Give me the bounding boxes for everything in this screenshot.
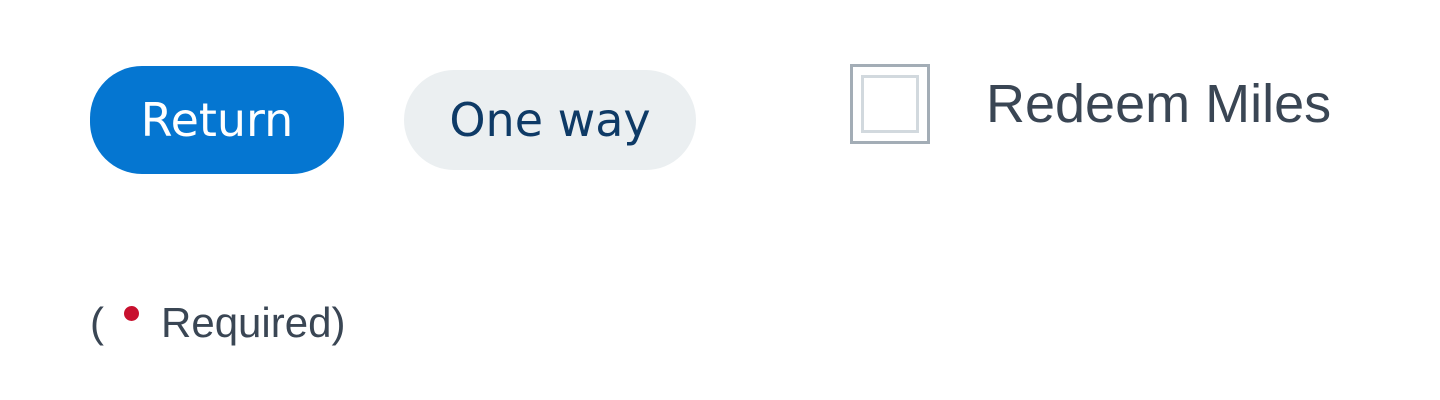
trip-type-toggle: Return One way	[90, 66, 696, 174]
redeem-miles-option[interactable]: Redeem Miles	[850, 64, 1331, 144]
checkbox-inner-border	[861, 75, 919, 133]
one-way-button[interactable]: One way	[404, 70, 696, 170]
return-button[interactable]: Return	[90, 66, 344, 174]
required-text: Required)	[161, 299, 346, 346]
redeem-miles-checkbox[interactable]	[850, 64, 930, 144]
required-dot-icon	[124, 305, 139, 321]
required-fields-note: ( Required)	[90, 296, 345, 350]
redeem-miles-label[interactable]: Redeem Miles	[986, 64, 1331, 144]
open-paren: (	[90, 299, 104, 346]
